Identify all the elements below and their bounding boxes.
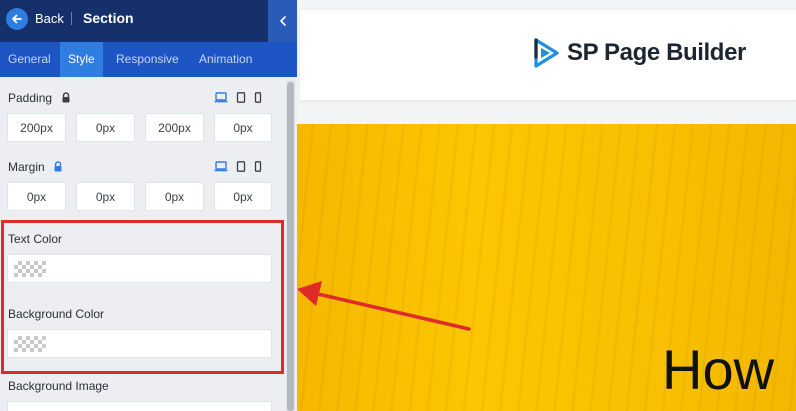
lock-icon[interactable] <box>53 161 63 172</box>
hero-heading: How <box>662 338 775 401</box>
margin-right-input[interactable]: 0px <box>76 182 135 211</box>
padding-right-input[interactable]: 0px <box>76 113 135 142</box>
scrollbar-thumb[interactable] <box>287 82 294 411</box>
sp-logo-icon <box>534 38 559 68</box>
logo-text: SP Page Builder <box>567 39 746 66</box>
tablet-icon[interactable] <box>236 92 246 103</box>
padding-label: Padding <box>8 91 53 105</box>
lock-icon[interactable] <box>61 92 71 103</box>
back-button[interactable] <box>6 8 28 30</box>
margin-label: Margin <box>8 160 45 174</box>
page-canvas: SP Page Builder How <box>297 0 796 411</box>
site-header: SP Page Builder <box>300 10 796 100</box>
highlight-box <box>1 220 284 374</box>
chevron-left-icon <box>279 16 286 26</box>
padding-bottom-input[interactable]: 200px <box>145 113 204 142</box>
padding-left-input[interactable]: 0px <box>214 113 272 142</box>
margin-left-input[interactable]: 0px <box>214 182 272 211</box>
panel-scrollbar[interactable] <box>286 80 295 411</box>
margin-top-input[interactable]: 0px <box>7 182 66 211</box>
collapse-panel-button[interactable] <box>268 0 297 42</box>
background-image-field[interactable] <box>7 401 272 411</box>
padding-top-input[interactable]: 200px <box>7 113 66 142</box>
tab-style[interactable]: Style <box>60 42 103 77</box>
laptop-icon[interactable] <box>214 161 228 172</box>
phone-icon[interactable] <box>254 161 262 172</box>
panel-topbar: Back Section <box>0 0 297 42</box>
hero-section[interactable]: How <box>297 124 796 411</box>
panel-title: Section <box>83 10 134 26</box>
panel-tabs: General Style Responsive Animation <box>0 42 297 77</box>
tab-animation[interactable]: Animation <box>191 42 260 77</box>
phone-icon[interactable] <box>254 92 262 103</box>
app-root: Back Section General Style Responsive An… <box>0 0 796 411</box>
title-separator <box>71 12 72 25</box>
background-image-label: Background Image <box>8 379 109 393</box>
back-label[interactable]: Back <box>35 11 64 26</box>
padding-device-switcher <box>214 92 262 103</box>
laptop-icon[interactable] <box>214 92 228 103</box>
settings-panel: Back Section General Style Responsive An… <box>0 0 297 411</box>
margin-device-switcher <box>214 161 262 172</box>
back-arrow-icon <box>12 14 22 24</box>
tab-responsive[interactable]: Responsive <box>108 42 187 77</box>
site-logo[interactable]: SP Page Builder <box>532 37 746 69</box>
tablet-icon[interactable] <box>236 161 246 172</box>
tab-general[interactable]: General <box>0 42 59 77</box>
margin-bottom-input[interactable]: 0px <box>145 182 204 211</box>
